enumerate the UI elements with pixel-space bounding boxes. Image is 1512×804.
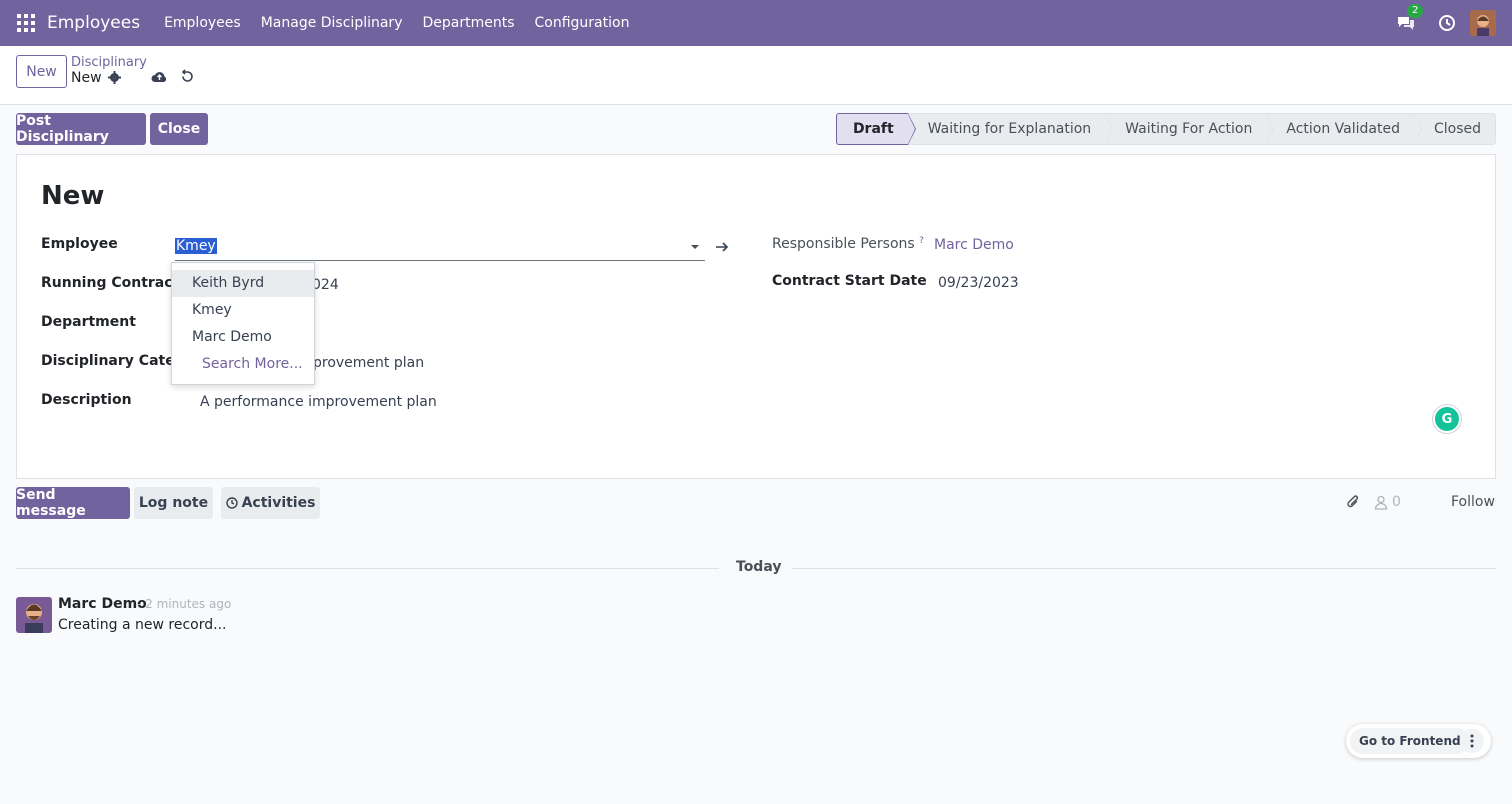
menu-employees[interactable]: Employees — [164, 15, 241, 31]
stage-action-validated[interactable]: Action Validated — [1266, 113, 1422, 145]
app-name[interactable]: Employees — [47, 13, 140, 33]
control-panel: New Disciplinary New — [0, 46, 1512, 105]
paperclip-icon[interactable] — [1345, 494, 1362, 511]
breadcrumb-disciplinary[interactable]: Disciplinary — [71, 55, 147, 70]
menu-manage-disciplinary[interactable]: Manage Disciplinary — [261, 15, 403, 31]
stage-waiting-for-action[interactable]: Waiting For Action — [1105, 113, 1275, 145]
dropdown-option-kmey[interactable]: Kmey — [172, 297, 314, 324]
gear-icon[interactable] — [108, 71, 121, 84]
stage-waiting-for-explanation[interactable]: Waiting for Explanation — [907, 113, 1114, 145]
apps-grid-icon[interactable] — [17, 14, 35, 32]
activities-label: Activities — [241, 495, 316, 511]
stage-draft[interactable]: Draft — [835, 113, 916, 145]
employee-input-value[interactable]: Kmey — [175, 238, 217, 254]
description-value[interactable]: A performance improvement plan — [200, 394, 437, 410]
activities-button[interactable]: Activities — [221, 487, 320, 519]
clock-icon — [225, 497, 238, 509]
systray: 2 — [1396, 0, 1496, 46]
dropdown-option-keith-byrd[interactable]: Keith Byrd — [172, 270, 314, 297]
today-separator: Today — [736, 559, 782, 575]
record-title: New — [41, 181, 105, 211]
dropdown-search-more[interactable]: Search More... — [172, 351, 314, 378]
log-note-button[interactable]: Log note — [134, 487, 213, 519]
running-contract-label: Running Contract — [41, 275, 180, 291]
caret-down-icon[interactable] — [691, 245, 699, 249]
followers-count[interactable]: 0 — [1392, 494, 1401, 510]
send-message-button[interactable]: Send message — [16, 487, 130, 519]
go-to-frontend-button[interactable]: Go to Frontend — [1350, 728, 1470, 754]
responsible-persons-label: Responsible Persons ? — [772, 236, 924, 252]
message-timestamp: - 2 minutes ago — [137, 597, 232, 611]
grammarly-icon[interactable]: G — [1433, 405, 1461, 433]
status-bar: Draft Waiting for Explanation Waiting Fo… — [835, 113, 1496, 145]
responsible-persons-value[interactable]: Marc Demo — [934, 237, 1014, 253]
user-avatar[interactable] — [1470, 10, 1496, 36]
message-author-avatar[interactable] — [16, 597, 52, 633]
followers-icon[interactable] — [1374, 495, 1388, 510]
department-label: Department — [41, 314, 136, 330]
description-label: Description — [41, 392, 132, 408]
new-button[interactable]: New — [16, 55, 67, 88]
message-body: Creating a new record... — [58, 617, 227, 633]
follow-button[interactable]: Follow — [1451, 494, 1495, 510]
discard-undo-icon[interactable] — [180, 69, 195, 84]
cloud-save-icon[interactable] — [151, 70, 168, 84]
employee-field[interactable]: Kmey — [175, 235, 705, 261]
menu-departments[interactable]: Departments — [422, 15, 514, 31]
chat-count-badge: 2 — [1407, 4, 1424, 18]
message-author[interactable]: Marc Demo — [58, 596, 147, 612]
divider-left — [16, 568, 719, 569]
dropdown-option-marc-demo[interactable]: Marc Demo — [172, 324, 314, 351]
stage-closed[interactable]: Closed — [1413, 113, 1496, 145]
close-button[interactable]: Close — [150, 113, 208, 145]
contract-start-date-label: Contract Start Date — [772, 273, 927, 289]
frontend-toolbar: Go to Frontend — [1346, 724, 1491, 758]
employee-label: Employee — [41, 236, 118, 252]
responsible-persons-text: Responsible Persons — [772, 236, 915, 252]
help-tooltip-icon[interactable]: ? — [919, 236, 924, 246]
contract-start-date-value[interactable]: 09/23/2023 — [938, 275, 1019, 291]
disciplinary-category-value[interactable]: provement plan — [313, 355, 424, 371]
top-navbar: Employees Employees Manage Disciplinary … — [0, 0, 1512, 46]
kebab-menu-icon[interactable] — [1460, 729, 1484, 753]
chat-icon[interactable]: 2 — [1396, 4, 1424, 33]
record-name: New — [71, 70, 102, 86]
menu-configuration[interactable]: Configuration — [535, 15, 630, 31]
running-contract-value[interactable]: 024 — [312, 277, 339, 293]
activity-clock-icon[interactable] — [1438, 14, 1456, 32]
internal-link-arrow-icon[interactable] — [715, 240, 729, 254]
divider-right — [792, 568, 1496, 569]
employee-autocomplete-dropdown: Keith Byrd Kmey Marc Demo Search More... — [171, 262, 315, 385]
post-disciplinary-button[interactable]: Post Disciplinary — [16, 113, 146, 145]
